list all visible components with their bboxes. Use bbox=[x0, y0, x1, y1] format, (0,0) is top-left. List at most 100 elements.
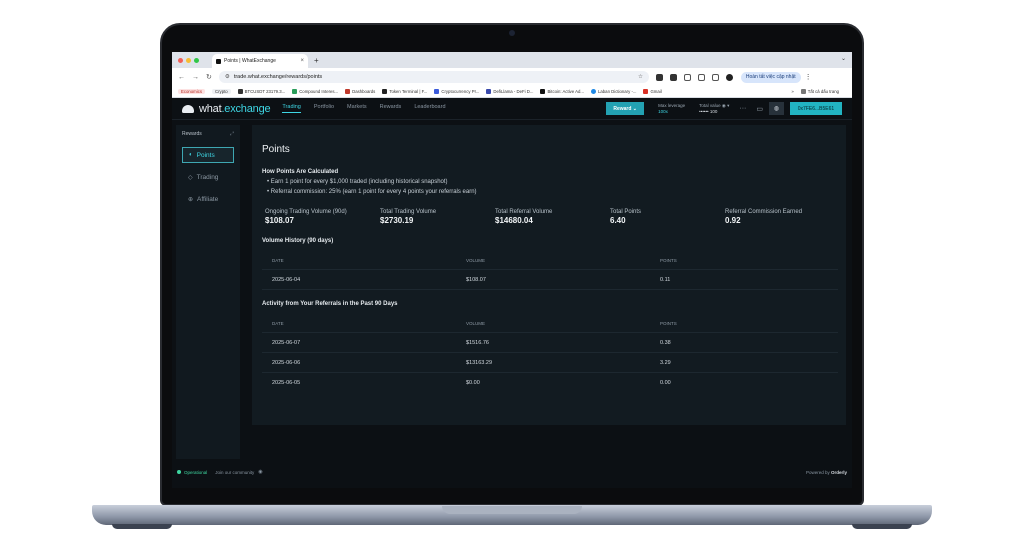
sidebar-item-affiliate[interactable]: ⊕ Affiliate bbox=[182, 191, 234, 207]
cell-volume: $0.00 bbox=[466, 380, 480, 386]
bookmark-item[interactable]: Cryptocurrency Pr... bbox=[434, 89, 479, 94]
discord-icon[interactable]: ◉ bbox=[258, 469, 262, 475]
brand-logo[interactable]: what .exchange bbox=[182, 102, 271, 115]
bookmark-item[interactable]: Compound Interes... bbox=[292, 89, 338, 94]
metric-label: Total Points bbox=[610, 209, 642, 215]
bookmark-item[interactable]: Gmail bbox=[643, 89, 662, 94]
extensions-puzzle-icon[interactable] bbox=[683, 73, 691, 81]
metric-total-referral-volume: Total Referral Volume $14680.04 bbox=[495, 209, 610, 225]
reload-icon[interactable]: ↻ bbox=[206, 73, 212, 81]
page-title: Points bbox=[262, 144, 290, 155]
browser-tab-active[interactable]: Points | WhatExchange × bbox=[212, 54, 308, 68]
volume-history-heading: Volume History (90 days) bbox=[262, 238, 334, 244]
metric-label: Ongoing Trading Volume (90d) bbox=[265, 209, 347, 215]
forward-arrow-icon[interactable]: → bbox=[192, 74, 199, 81]
window-close-dot[interactable] bbox=[178, 57, 183, 63]
chat-icon[interactable]: ▭ bbox=[756, 105, 763, 113]
tab-title: Points | WhatExchange bbox=[224, 58, 276, 64]
referral-activity-table: DATE VOLUME POINTS 2025-06-07 $1516.76 0… bbox=[262, 315, 838, 393]
profile-avatar-icon[interactable] bbox=[725, 73, 733, 81]
cell-points: 0.11 bbox=[660, 276, 671, 283]
rewards-sidebar: Rewards ⤢ ◐ Points ◇ Trading ⊕ Affiliate bbox=[176, 125, 240, 459]
window-minimize-dot[interactable] bbox=[186, 57, 191, 63]
tab-search-chevron-icon[interactable]: ⌄ bbox=[841, 55, 846, 62]
referral-activity-heading: Activity from Your Referrals in the Past… bbox=[262, 301, 398, 307]
bookmark-item[interactable]: Bitcoin: Active Ad... bbox=[540, 89, 584, 94]
nav-trading[interactable]: Trading bbox=[282, 104, 301, 113]
laptop-screen: Points | WhatExchange × + ⌄ ← → ↻ ⚙ trad… bbox=[172, 52, 852, 488]
new-tab-button[interactable]: + bbox=[314, 56, 319, 65]
cell-date: 2025-06-04 bbox=[272, 276, 301, 283]
status-operational[interactable]: Operational bbox=[177, 470, 207, 475]
site-info-icon[interactable]: ⚙ bbox=[225, 74, 230, 80]
sidebar-item-points[interactable]: ◐ Points bbox=[182, 147, 234, 163]
url-text: trade.what.exchange/rewards/points bbox=[233, 74, 323, 80]
column-header-date: DATE bbox=[272, 321, 284, 326]
bookmark-item[interactable]: Laban Dictionary -... bbox=[591, 89, 636, 94]
nav-portfolio[interactable]: Portfolio bbox=[314, 104, 334, 113]
brand-mark-icon bbox=[182, 104, 194, 113]
metric-referral-commission: Referral Commission Earned 0.92 bbox=[725, 209, 836, 225]
metric-total-trading-volume: Total Trading Volume $2730.19 bbox=[380, 209, 495, 225]
network-icon[interactable]: ◍ bbox=[769, 102, 784, 115]
back-arrow-icon[interactable]: ← bbox=[178, 74, 185, 81]
extension-icon-2[interactable] bbox=[669, 73, 677, 81]
bookmark-folder-crypto[interactable]: Crypto bbox=[212, 89, 231, 94]
bookmark-item[interactable]: Dashboards bbox=[345, 89, 375, 94]
community-link[interactable]: Join our community bbox=[215, 470, 254, 475]
logo-text-exchange: .exchange bbox=[221, 102, 271, 115]
nav-markets[interactable]: Markets bbox=[347, 104, 367, 113]
collapse-icon[interactable]: ⤢ bbox=[230, 131, 234, 137]
all-bookmarks-folder[interactable]: Tất cả dấu trang bbox=[800, 89, 839, 94]
sidebar-item-trading[interactable]: ◇ Trading bbox=[182, 169, 234, 185]
reward-dropdown-button[interactable]: Reward ⌄ bbox=[606, 102, 645, 115]
metric-label: Total Referral Volume bbox=[495, 209, 553, 215]
metric-value: $108.07 bbox=[265, 216, 294, 225]
address-bar[interactable]: ⚙ trade.what.exchange/rewards/points ☆ bbox=[218, 71, 649, 83]
browser-menu-icon[interactable]: ⋮ bbox=[805, 73, 812, 81]
window-zoom-dot[interactable] bbox=[194, 57, 199, 63]
table-row: 2025-06-05 $0.00 0.00 bbox=[262, 373, 838, 393]
bookmark-item[interactable]: BTCUSDT 23179.3... bbox=[237, 89, 285, 94]
download-icon[interactable] bbox=[697, 73, 705, 81]
bookmark-star-icon[interactable]: ☆ bbox=[638, 74, 643, 80]
wallet-address-button[interactable]: 0x7FE6...B5E61 bbox=[790, 102, 842, 115]
logo-text-what: what bbox=[199, 102, 222, 115]
browser-tabbar: Points | WhatExchange × + ⌄ bbox=[172, 52, 852, 68]
tab-close-icon[interactable]: × bbox=[300, 58, 304, 64]
total-value-label[interactable]: Total value ◉ ▾ bbox=[699, 103, 729, 108]
more-icon[interactable]: ··· bbox=[739, 105, 746, 112]
favicon-icon bbox=[216, 58, 221, 64]
volume-history-table: DATE VOLUME POINTS 2025-06-04 $108.07 0.… bbox=[262, 252, 838, 290]
sidebar-item-label: Trading bbox=[196, 173, 219, 181]
bookmark-item[interactable]: DefiLlama - DeFi D... bbox=[486, 89, 533, 94]
max-leverage: Max leverage 100x bbox=[658, 103, 685, 115]
bookmarks-bar: Economics Crypto BTCUSDT 23179.3... Comp… bbox=[172, 86, 852, 98]
sidepanel-icon[interactable] bbox=[711, 73, 719, 81]
table-row: 2025-06-06 $13163.29 3.29 bbox=[262, 353, 838, 373]
metric-value: $2730.19 bbox=[380, 216, 414, 225]
bookmark-item[interactable]: Token Terminal | F... bbox=[382, 89, 427, 94]
laptop-mockup: Points | WhatExchange × + ⌄ ← → ↻ ⚙ trad… bbox=[0, 0, 1024, 555]
table-row: 2025-06-07 $1516.76 0.38 bbox=[262, 333, 838, 353]
metric-value: 0.92 bbox=[725, 216, 741, 225]
bookmarks-overflow-icon[interactable]: » bbox=[791, 89, 793, 94]
nav-leaderboard[interactable]: Leaderboard bbox=[414, 104, 445, 113]
points-rule-item: • Earn 1 point for every $1,000 traded (… bbox=[267, 179, 448, 185]
how-points-heading: How Points Are Calculated bbox=[262, 169, 339, 175]
total-value: Total value ◉ ▾ •••••• 100 bbox=[699, 103, 729, 115]
nav-rewards[interactable]: Rewards bbox=[380, 104, 402, 113]
laptop-base-groove bbox=[442, 506, 582, 514]
max-leverage-value[interactable]: 100x bbox=[658, 109, 685, 115]
bookmark-folder-economics[interactable]: Economics bbox=[178, 89, 206, 94]
extension-icon-1[interactable] bbox=[655, 73, 663, 81]
bookmarks-right: » Tất cả dấu trang bbox=[791, 89, 846, 94]
metric-ongoing-volume: Ongoing Trading Volume (90d) $108.07 bbox=[265, 209, 380, 225]
cell-volume: $1516.76 bbox=[466, 339, 489, 346]
trading-icon: ◇ bbox=[188, 174, 193, 181]
laptop-foot-left bbox=[112, 524, 172, 529]
cell-volume: $108.07 bbox=[466, 276, 486, 283]
app-top-nav: what .exchange Trading Portfolio Markets … bbox=[172, 98, 852, 120]
table-header-row: DATE VOLUME POINTS bbox=[262, 315, 838, 333]
update-browser-button[interactable]: Hoàn tất việc cập nhật bbox=[740, 71, 801, 83]
